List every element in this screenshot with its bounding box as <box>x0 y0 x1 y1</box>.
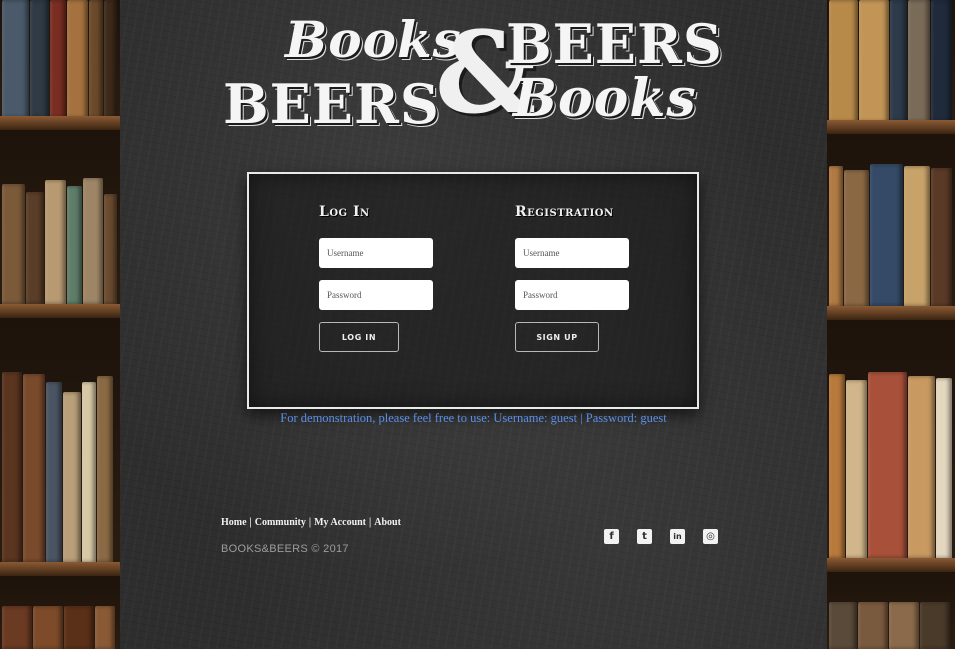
twitter-icon[interactable]: t <box>637 529 652 544</box>
social-links: f t in ◎ <box>604 529 718 544</box>
login-form: Log In Log In <box>319 204 435 352</box>
registration-title: Registration <box>515 204 614 220</box>
site-logo[interactable]: Books & BEERS BEERS Books <box>223 8 723 136</box>
footer-nav: Home | Community | My Account | About <box>221 517 401 528</box>
logo-text-books-bottom: Books <box>513 68 697 129</box>
logo-text-beers-bottom: BEERS <box>223 72 440 136</box>
auth-panel: Log In Log In Registration Sign Up <box>247 172 699 409</box>
footer-link-community[interactable]: Community <box>255 517 306 528</box>
register-username-input[interactable] <box>515 238 629 268</box>
registration-form: Registration Sign Up <box>515 204 631 352</box>
linkedin-icon[interactable]: in <box>670 529 685 544</box>
login-button[interactable]: Log In <box>319 322 399 352</box>
footer-link-about[interactable]: About <box>374 517 401 528</box>
facebook-icon[interactable]: f <box>604 529 619 544</box>
footer-link-home[interactable]: Home <box>221 517 247 528</box>
bookshelf-left <box>0 0 120 649</box>
login-username-input[interactable] <box>319 238 433 268</box>
github-icon[interactable]: ◎ <box>703 529 718 544</box>
signup-button[interactable]: Sign Up <box>515 322 599 352</box>
login-title: Log In <box>319 204 370 220</box>
login-password-input[interactable] <box>319 280 433 310</box>
logo-text-beers-top: BEERS <box>506 12 723 76</box>
copyright-text: BOOKS&BEERS © 2017 <box>221 543 349 555</box>
footer-link-my-account[interactable]: My Account <box>314 517 366 528</box>
demo-credentials-note: For demonstration, please feel free to u… <box>280 411 667 425</box>
bookshelf-right <box>827 0 955 649</box>
register-password-input[interactable] <box>515 280 629 310</box>
